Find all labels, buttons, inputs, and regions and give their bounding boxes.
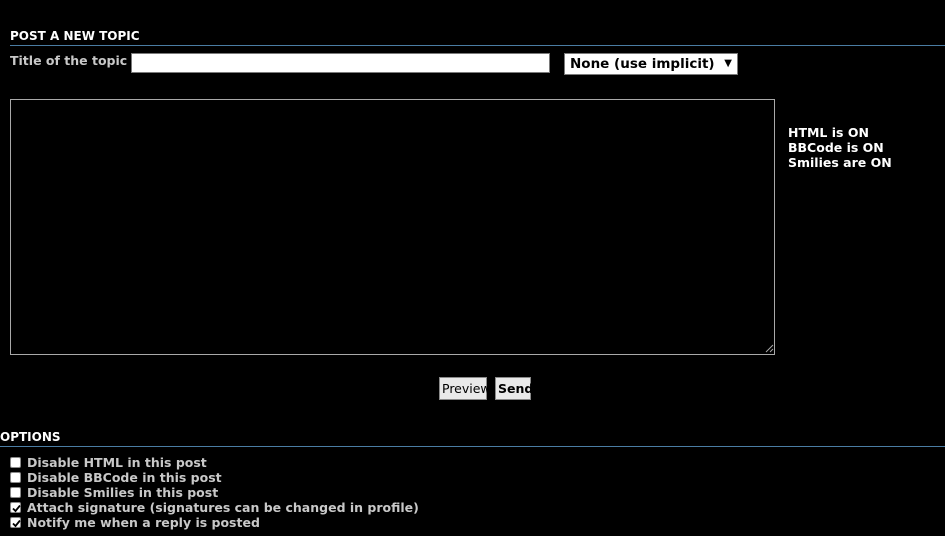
checkmark-icon bbox=[12, 504, 21, 513]
option-label: Disable BBCode in this post bbox=[27, 470, 222, 485]
topic-title-label: Title of the topic bbox=[10, 53, 128, 68]
topic-icon-select[interactable]: None (use implicit) ▼ bbox=[564, 53, 738, 75]
topic-icon-select-value: None (use implicit) bbox=[570, 56, 715, 72]
bbcode-status: BBCode is ON bbox=[788, 140, 884, 155]
disable-smilies-checkbox[interactable] bbox=[10, 487, 21, 498]
resize-grip-icon[interactable] bbox=[764, 343, 774, 353]
send-button[interactable]: Send bbox=[495, 377, 533, 400]
post-section-title: POST A NEW TOPIC bbox=[10, 29, 140, 43]
disable-bbcode-checkbox[interactable] bbox=[10, 472, 21, 483]
post-topic-page: POST A NEW TOPIC Title of the topic None… bbox=[0, 0, 945, 536]
option-label: Disable Smilies in this post bbox=[27, 485, 219, 500]
dropdown-arrow-icon: ▼ bbox=[724, 58, 732, 69]
message-textarea[interactable] bbox=[10, 99, 775, 355]
post-status-info: HTML is ON BBCode is ON Smilies are ON bbox=[788, 125, 892, 170]
checkmark-icon bbox=[12, 519, 21, 528]
option-label: Attach signature (signatures can be chan… bbox=[27, 500, 419, 515]
options-section-divider bbox=[0, 446, 945, 447]
post-section-divider bbox=[10, 45, 945, 46]
preview-button[interactable]: Preview bbox=[439, 377, 491, 400]
options-section-title: OPTIONS bbox=[0, 430, 61, 444]
disable-html-checkbox[interactable] bbox=[10, 457, 21, 468]
notify-reply-checkbox[interactable] bbox=[10, 517, 21, 528]
smilies-status: Smilies are ON bbox=[788, 155, 892, 170]
html-status: HTML is ON bbox=[788, 125, 869, 140]
option-label: Notify me when a reply is posted bbox=[27, 515, 260, 530]
attach-signature-checkbox[interactable] bbox=[10, 502, 21, 513]
topic-title-input[interactable] bbox=[131, 53, 550, 73]
option-label: Disable HTML in this post bbox=[27, 455, 207, 470]
